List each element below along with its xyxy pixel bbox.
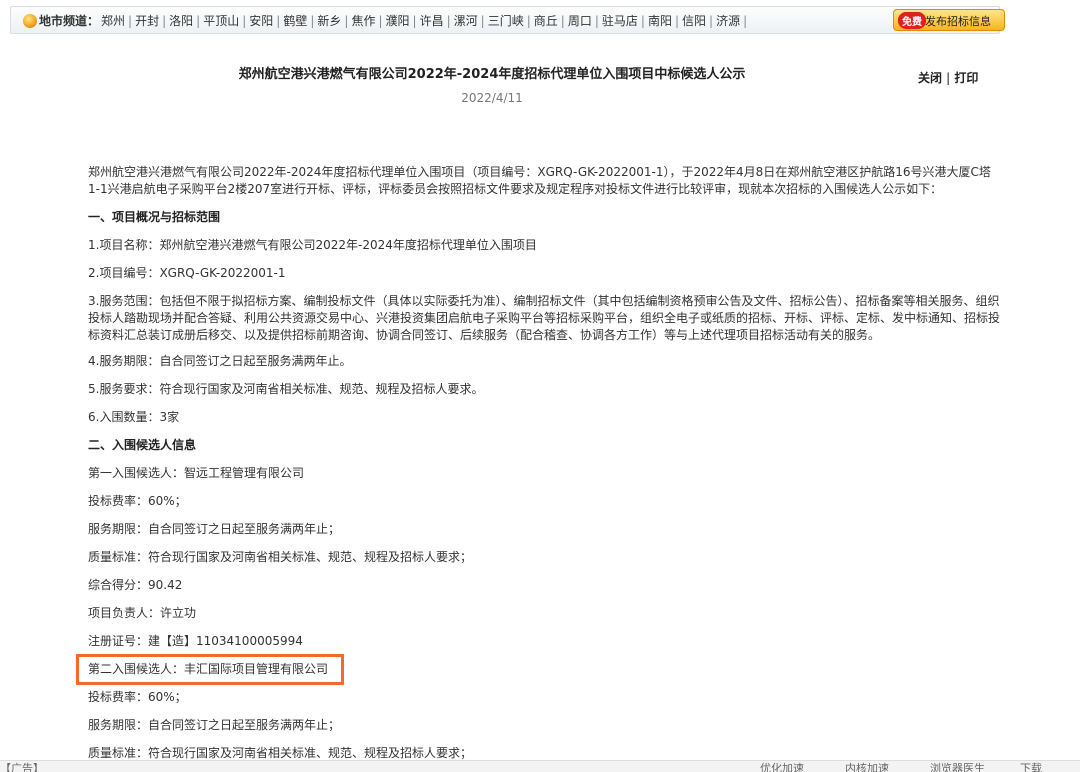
- candidate1-quality: 质量标准：符合现行国家及河南省相关标准、规范、规程及招标人要求；: [88, 550, 473, 564]
- city-link[interactable]: 焦作: [351, 14, 375, 28]
- city-separator: |: [128, 14, 133, 28]
- item-service-period: 4.服务期限：自合同签订之日起至服务满两年止。: [88, 354, 352, 368]
- candidate2-period: 服务期限：自合同签订之日起至服务满两年止；: [88, 718, 341, 732]
- city-separator: |: [242, 14, 247, 28]
- intro-paragraph: 郑州航空港兴港燃气有限公司2022年-2024年度招标代理单位入围项目（项目编号…: [88, 165, 991, 196]
- city-separator: |: [674, 14, 679, 28]
- candidate1-rate: 投标费率：60%；: [88, 494, 187, 508]
- city-link[interactable]: 漯河: [454, 14, 478, 28]
- city-separator: |: [378, 14, 383, 28]
- item-project-name: 1.项目名称：郑州航空港兴港燃气有限公司2022年-2024年度招标代理单位入围…: [88, 238, 537, 252]
- article-date: 2022/4/11: [461, 91, 523, 105]
- item-service-scope: 3.服务范围：包括但不限于拟招标方案、编制投标文件（具体以实际委托为准）、编制招…: [88, 294, 1001, 342]
- status-optimize[interactable]: 优化加速: [760, 761, 804, 772]
- city-separator: |: [276, 14, 281, 28]
- free-badge: 免费: [898, 12, 926, 29]
- city-link[interactable]: 安阳: [249, 14, 273, 28]
- city-separator: |: [743, 14, 748, 28]
- city-links: 郑州 | 开封 | 洛阳 | 平顶山 | 安阳 | 鹤壁 | 新乡 | 焦作 | 濮阳 | 许昌 | 漯河 | 三门峡 | 商丘…: [101, 12, 750, 29]
- candidate1-period: 服务期限：自合同签订之日起至服务满两年止；: [88, 522, 341, 536]
- article-title: 郑州航空港兴港燃气有限公司2022年-2024年度招标代理单位入围项目中标候选人…: [238, 67, 746, 82]
- print-link[interactable]: 打印: [954, 71, 978, 85]
- city-link[interactable]: 三门峡: [488, 14, 524, 28]
- city-link[interactable]: 平顶山: [203, 14, 239, 28]
- city-link[interactable]: 新乡: [317, 14, 341, 28]
- article-actions: 关闭 | 打印: [918, 69, 978, 86]
- item-project-number: 2.项目编号：XGRQ-GK-2022001-1: [88, 266, 286, 280]
- publish-tender-button[interactable]: 免费 发布招标信息: [893, 9, 1005, 31]
- city-separator: |: [310, 14, 315, 28]
- ad-label[interactable]: 【广告】: [0, 761, 44, 772]
- city-separator: |: [412, 14, 417, 28]
- item-shortlist-count: 6.入围数量：3家: [88, 410, 180, 424]
- city-link[interactable]: 洛阳: [169, 14, 193, 28]
- candidate1-cert: 注册证号：建【造】11034100005994: [88, 634, 303, 648]
- section-heading-candidates: 二、入围候选人信息: [88, 438, 197, 452]
- close-link[interactable]: 关闭: [918, 71, 942, 85]
- candidate2-rate: 投标费率：60%；: [88, 690, 187, 704]
- city-link[interactable]: 许昌: [420, 14, 444, 28]
- browser-status-bar: 【广告】 优化加速 内核加速 浏览器医生 下载: [0, 760, 1080, 772]
- city-separator: |: [446, 14, 451, 28]
- city-separator: |: [344, 14, 349, 28]
- status-doctor[interactable]: 浏览器医生: [930, 761, 985, 772]
- city-separator: |: [526, 14, 531, 28]
- status-download[interactable]: 下载: [1020, 761, 1042, 772]
- publish-tender-label: 发布招标信息: [925, 15, 991, 28]
- city-separator: |: [196, 14, 201, 28]
- city-link[interactable]: 信阳: [682, 14, 706, 28]
- section-heading-overview: 一、项目概况与招标范围: [88, 210, 221, 224]
- city-separator: |: [480, 14, 485, 28]
- city-link[interactable]: 商丘: [534, 14, 558, 28]
- status-kernel[interactable]: 内核加速: [845, 761, 889, 772]
- city-link[interactable]: 济源: [716, 14, 740, 28]
- city-link[interactable]: 鹤壁: [283, 14, 307, 28]
- item-service-requirement: 5.服务要求：符合现行国家及河南省相关标准、规范、规程及招标人要求。: [88, 382, 484, 396]
- action-separator: |: [946, 71, 951, 85]
- city-channel-bar: 地市频道： 郑州 | 开封 | 洛阳 | 平顶山 | 安阳 | 鹤壁 | 新乡 | 焦作 | 濮阳 | 许昌 | 漯河 |…: [10, 6, 1005, 34]
- city-channel-label: 地市频道：: [39, 14, 100, 28]
- city-separator: |: [709, 14, 714, 28]
- city-link[interactable]: 驻马店: [602, 14, 638, 28]
- candidate1-score: 综合得分：90.42: [88, 578, 183, 592]
- city-link[interactable]: 开封: [135, 14, 159, 28]
- city-separator: |: [560, 14, 565, 28]
- city-link[interactable]: 郑州: [101, 14, 125, 28]
- city-separator: |: [640, 14, 645, 28]
- highlight-annotation-box: [76, 654, 344, 685]
- city-separator: |: [162, 14, 167, 28]
- city-link[interactable]: 濮阳: [386, 14, 410, 28]
- city-link[interactable]: 周口: [568, 14, 592, 28]
- candidate1-manager: 项目负责人：许立功: [88, 606, 197, 620]
- city-separator: |: [594, 14, 599, 28]
- candidate1-name: 第一入围候选人：智远工程管理有限公司: [88, 466, 305, 480]
- globe-icon: [23, 14, 37, 28]
- city-link[interactable]: 南阳: [648, 14, 672, 28]
